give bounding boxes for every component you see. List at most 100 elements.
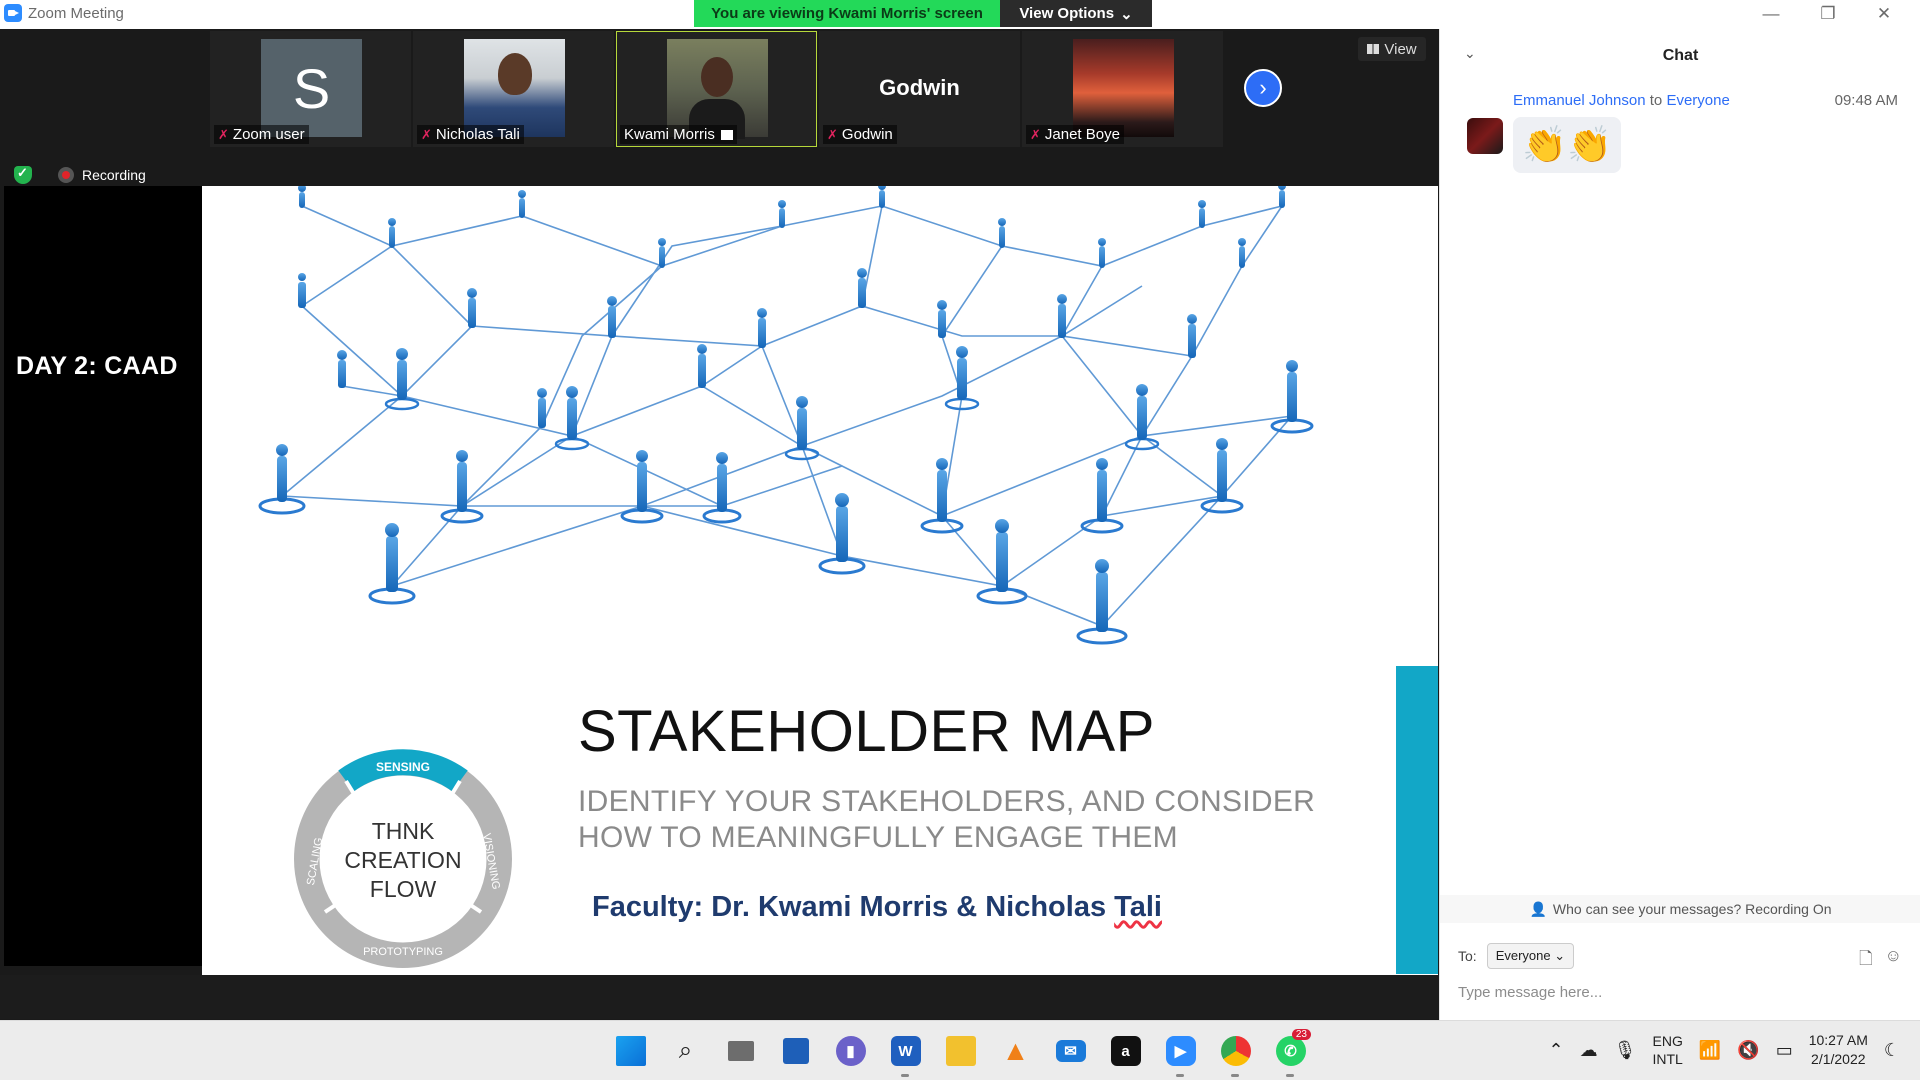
- recipient-dropdown[interactable]: Everyone ⌄: [1486, 943, 1575, 969]
- participant-name: Godwin: [841, 126, 893, 143]
- slide-title: STAKEHOLDER MAP: [578, 699, 1155, 764]
- language-code: ENG: [1652, 1033, 1683, 1049]
- recipient-value: Everyone: [1495, 948, 1551, 963]
- word-button[interactable]: W: [885, 1031, 926, 1077]
- chat-message-input[interactable]: [1458, 979, 1898, 1005]
- amazon-icon: a: [1110, 1036, 1141, 1066]
- chat-tools: 🗋 ☺: [1859, 946, 1902, 975]
- shield-icon[interactable]: [14, 165, 32, 184]
- chat-message-bubble[interactable]: 👏👏: [1513, 117, 1621, 173]
- vlc-cone-icon: ▲: [1001, 1035, 1030, 1066]
- clock-time: 10:27 AM: [1808, 1032, 1868, 1048]
- screen-share-icon: [720, 129, 733, 140]
- keyboard-layout: INTL: [1652, 1051, 1683, 1067]
- participant-name-tag: ✗ Zoom user: [214, 125, 309, 144]
- chat-header: ⌄ Chat: [1440, 29, 1920, 85]
- zoom-button[interactable]: ▶: [1160, 1031, 1201, 1077]
- view-options-button[interactable]: View Options ⌄: [1000, 0, 1152, 27]
- view-label: View: [1384, 40, 1417, 58]
- file-icon[interactable]: 🗋: [1859, 946, 1873, 975]
- taskbar-apps: ⌕ ▮ W ▲ ✉ a ▶ ✆ 23: [610, 1029, 1311, 1077]
- participant-tile-active[interactable]: Kwami Morris: [616, 31, 817, 147]
- slide-subtitle-line: IDENTIFY YOUR STAKEHOLDERS, AND CONSIDER: [578, 785, 1316, 818]
- notification-badge: 23: [1291, 1029, 1311, 1040]
- participant-name-tag: ✗ Godwin: [823, 125, 897, 144]
- message-sender[interactable]: Emmanuel Johnson: [1513, 92, 1646, 109]
- participant-name: Nicholas Tali: [435, 126, 520, 143]
- speaker-muted-icon[interactable]: 🔇: [1737, 1040, 1759, 1061]
- participant-name: Janet Boye: [1044, 126, 1120, 143]
- chevron-down-icon: ⌄: [1120, 5, 1133, 23]
- clock[interactable]: 10:27 AM 2/1/2022: [1809, 1031, 1868, 1069]
- start-button[interactable]: [610, 1031, 651, 1071]
- widgets-button[interactable]: [775, 1031, 816, 1071]
- amazon-button[interactable]: a: [1105, 1031, 1146, 1071]
- privacy-notice[interactable]: 👤 Who can see your messages? Recording O…: [1440, 895, 1920, 923]
- participant-name-tag: Kwami Morris: [620, 125, 737, 144]
- focus-moon-icon[interactable]: ☾: [1884, 1040, 1900, 1061]
- participant-name: Kwami Morris: [624, 126, 715, 143]
- whatsapp-button[interactable]: ✆ 23: [1270, 1029, 1311, 1077]
- participant-strip: S ✗ Zoom user ✗ Nicholas Tali Kwami Morr…: [210, 31, 1223, 147]
- chat-icon: ▮: [835, 1036, 866, 1066]
- chat-message-header: Emmanuel Johnson to Everyone 09:48 AM: [1513, 92, 1898, 109]
- restore-button[interactable]: ❐: [1808, 2, 1848, 26]
- vlc-button[interactable]: ▲: [995, 1031, 1036, 1071]
- slide-accent-bar: [1396, 666, 1438, 974]
- folder-icon: [945, 1036, 976, 1066]
- mic-muted-icon: ✗: [218, 126, 229, 142]
- viewing-banner: You are viewing Kwami Morris' screen: [694, 0, 1000, 27]
- mic-muted-icon: ✗: [421, 126, 432, 142]
- chevron-up-icon[interactable]: ⌃: [1549, 1040, 1564, 1061]
- video-feed: [1073, 39, 1174, 137]
- participant-tile[interactable]: ✗ Nicholas Tali: [413, 31, 614, 147]
- video-feed: [464, 39, 565, 137]
- cycle-center-line: CREATION: [344, 847, 461, 873]
- video-feed: [667, 39, 768, 139]
- creation-flow-cycle: SENSING VISIONING PROTOTYPING SCALING TH…: [294, 749, 512, 968]
- participant-tile[interactable]: ✗ Janet Boye: [1022, 31, 1223, 147]
- battery-icon[interactable]: ▭: [1776, 1040, 1793, 1061]
- avatar: [1467, 118, 1503, 154]
- chrome-button[interactable]: [1215, 1031, 1256, 1077]
- mail-button[interactable]: ✉: [1050, 1031, 1091, 1071]
- cycle-segment-prototyping: PROTOTYPING: [363, 946, 443, 958]
- windows-icon: [615, 1036, 646, 1066]
- faculty-text: Faculty: Dr. Kwami Morris & Nicholas: [592, 891, 1115, 923]
- status-row: Recording: [14, 165, 146, 184]
- emoji-icon[interactable]: ☺: [1885, 946, 1902, 975]
- whatsapp-icon: ✆: [1275, 1036, 1306, 1066]
- zoom-logo-icon: [4, 4, 22, 22]
- message-time: 09:48 AM: [1834, 92, 1898, 109]
- teams-chat-button[interactable]: ▮: [830, 1031, 871, 1071]
- microphone-icon[interactable]: 🎙: [1614, 1040, 1637, 1061]
- title-bar: Zoom Meeting You are viewing Kwami Morri…: [0, 0, 1920, 29]
- recording-label: Recording: [82, 167, 146, 183]
- message-recipient[interactable]: Everyone: [1666, 92, 1729, 109]
- cloud-icon[interactable]: ☁: [1580, 1040, 1598, 1061]
- meeting-bottom-bar: [0, 975, 1439, 1019]
- search-button[interactable]: ⌕: [665, 1031, 706, 1071]
- message-to-word: to: [1649, 92, 1663, 109]
- word-icon: W: [890, 1036, 921, 1066]
- wifi-icon[interactable]: 📶: [1699, 1040, 1721, 1061]
- to-label: To:: [1458, 948, 1477, 964]
- participant-big-name: Godwin: [879, 75, 960, 100]
- privacy-notice-text: Who can see your messages? Recording On: [1552, 901, 1832, 917]
- participant-name-tag: ✗ Janet Boye: [1026, 125, 1124, 144]
- slide-subtitle-line: HOW TO MEANINGFULLY ENGAGE THEM: [578, 821, 1178, 854]
- file-explorer-button[interactable]: [940, 1031, 981, 1071]
- minimize-button[interactable]: —: [1751, 2, 1791, 26]
- participant-tile[interactable]: S ✗ Zoom user: [210, 31, 411, 147]
- close-button[interactable]: ✕: [1864, 2, 1904, 26]
- task-view-button[interactable]: [720, 1031, 761, 1071]
- view-button[interactable]: View: [1358, 37, 1426, 61]
- stakeholder-network-illustration: [258, 186, 1314, 645]
- system-tray: ⌃ ☁ 🎙 ENG INTL 📶 🔇 ▭ 10:27 AM 2/1/2022 ☾: [1549, 1031, 1900, 1069]
- next-page-button[interactable]: ›: [1244, 69, 1282, 107]
- participant-tile[interactable]: Godwin ✗ Godwin: [819, 31, 1020, 147]
- chevron-right-icon: ›: [1259, 75, 1267, 100]
- recipient-row: To: Everyone ⌄: [1458, 943, 1575, 969]
- language-indicator[interactable]: ENG INTL: [1653, 1032, 1683, 1068]
- faculty-line: Faculty: Dr. Kwami Morris & Nicholas Tal…: [592, 891, 1162, 924]
